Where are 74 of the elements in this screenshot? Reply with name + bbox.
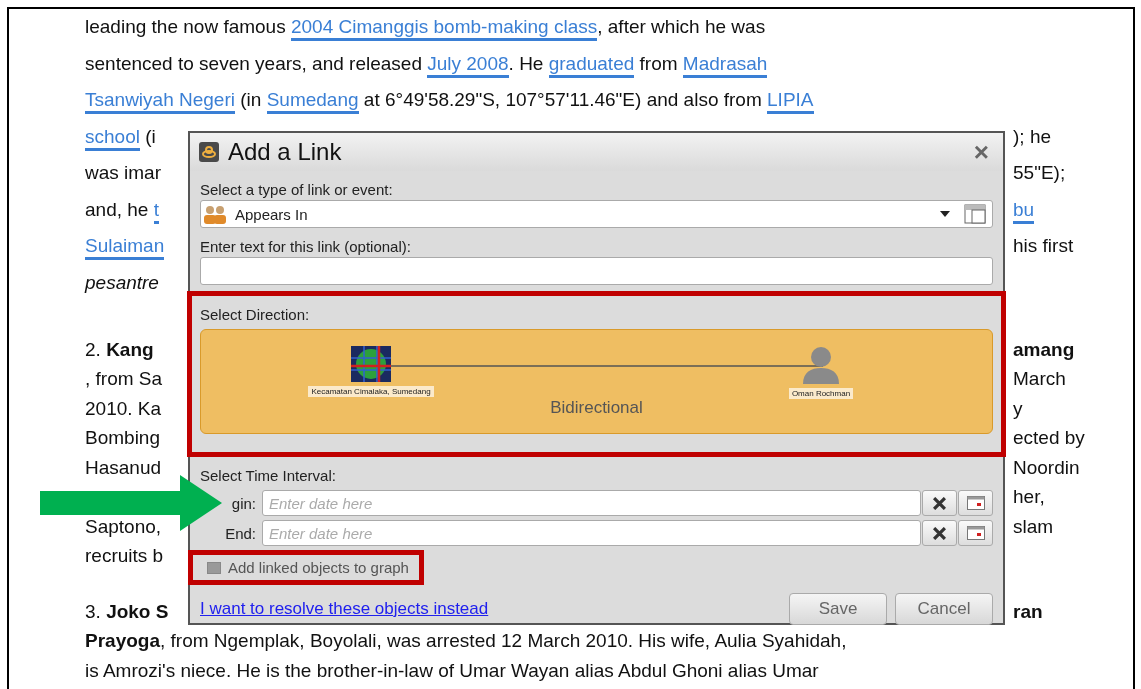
article-link[interactable]: 2004 Cimanggis bomb-making class xyxy=(290,16,598,42)
field-label: Select a type of link or event: xyxy=(200,181,394,198)
article-text: sentenced to seven years, and released July 2008. He graduated from Madrasah xyxy=(85,52,768,75)
clear-icon xyxy=(933,496,946,510)
article-text: leading the now famous 2004 Cimanggis bomb-making class, after which he was xyxy=(85,16,766,39)
calendar-icon xyxy=(966,496,985,510)
section-label: Select Direction: xyxy=(200,306,311,323)
article-link[interactable]: Madrasah xyxy=(682,52,768,78)
calendar-icon xyxy=(966,526,985,540)
article-link[interactable]: graduated xyxy=(548,52,635,78)
close-button[interactable]: × xyxy=(969,136,993,168)
date-label: gin: xyxy=(230,494,257,512)
date-field[interactable]: Enter date here xyxy=(262,520,921,546)
article-link[interactable]: Sulaiman xyxy=(85,235,165,261)
article-text: 55"E); xyxy=(1013,162,1066,185)
article-text: and, he t xyxy=(85,198,159,221)
article-link[interactable]: July 2008 xyxy=(427,52,509,78)
article-text: slam xyxy=(1013,515,1054,538)
article-text: amang xyxy=(1013,338,1075,361)
article-text: Bombing xyxy=(85,427,160,450)
article-text: 2. Kang xyxy=(85,338,154,361)
checkbox-label: Add linked objects to graph xyxy=(228,559,409,576)
article-link[interactable]: Sumedang xyxy=(266,89,359,115)
article-link[interactable]: Tsanwiyah Negeri xyxy=(85,89,235,115)
article-text: y xyxy=(1013,397,1023,420)
article-link[interactable]: LIPIA xyxy=(767,89,814,115)
article-text: , from Sa xyxy=(85,368,163,391)
article-text: Noordin xyxy=(1013,456,1080,479)
article-text: recruits b xyxy=(85,545,164,568)
date-label: End: xyxy=(224,524,257,542)
dialog-title: Add a Link xyxy=(228,138,343,166)
article-text: school (i xyxy=(85,125,156,148)
link-type-dropdown[interactable]: Appears In xyxy=(200,200,993,228)
article-text: March xyxy=(1013,368,1066,391)
clear-button[interactable] xyxy=(922,520,957,546)
article-text: his first xyxy=(1013,235,1074,258)
clear-icon xyxy=(933,526,946,540)
article-text: was imar xyxy=(85,162,161,185)
article-link[interactable]: t xyxy=(153,198,159,224)
direction-mode-label: Bidirectional xyxy=(549,398,644,418)
article-text: ected by xyxy=(1013,427,1085,450)
date-field[interactable]: Enter date here xyxy=(262,490,921,516)
map-icon xyxy=(351,346,391,382)
article-text: Prayoga, from Ngemplak, Boyolali, was arrested 12 March 2010. His wife, Aulia Syahidah, xyxy=(85,630,847,653)
field-label: Enter text for this link (optional): xyxy=(200,238,412,255)
article-text: her, xyxy=(1013,486,1045,509)
section-label: Select Time Interval: xyxy=(200,467,337,484)
window-icon[interactable] xyxy=(964,204,986,224)
article-link[interactable]: school xyxy=(85,125,140,151)
cancel-button[interactable]: Cancel xyxy=(895,593,993,625)
node-label: Oman Rochman xyxy=(788,388,854,399)
article-text: is Amrozi's niece. He is the brother-in-law of Umar Wayan alias Abdul Ghoni alias Umar xyxy=(85,659,819,682)
article-link[interactable]: bu xyxy=(1013,198,1035,224)
calendar-button[interactable] xyxy=(958,520,993,546)
node-label: Kecamatan Cimalaka, Sumedang xyxy=(308,386,434,397)
caret-icon xyxy=(940,211,950,217)
link-text-field[interactable] xyxy=(200,257,993,285)
person-silhouette-icon xyxy=(801,344,841,384)
article-text: Saptono, xyxy=(85,515,162,538)
article-text: ran xyxy=(1013,600,1043,623)
article-text: ); he xyxy=(1013,125,1052,148)
clear-button[interactable] xyxy=(922,490,957,516)
article-text: Tsanwiyah Negeri (in Sumedang at 6°49'58.29"S, 107°57'11.46"E) and also from LIPIA xyxy=(85,89,814,112)
resolve-link[interactable]: I want to resolve these objects instead xyxy=(200,599,489,619)
checkbox[interactable] xyxy=(207,561,221,574)
article-text: pesantre xyxy=(85,271,159,294)
app-icon xyxy=(198,142,220,162)
people-icon xyxy=(203,204,227,224)
article-text: Hasanud xyxy=(85,456,162,479)
direction-panel[interactable]: Kecamatan Cimalaka, Sumedang Oman Rochman Bidirectional xyxy=(200,329,993,434)
calendar-button[interactable] xyxy=(958,490,993,516)
save-button[interactable]: Save xyxy=(789,593,887,625)
article-text: 2010. Ka xyxy=(85,397,162,420)
article-text: 3. Joko S xyxy=(85,600,169,623)
